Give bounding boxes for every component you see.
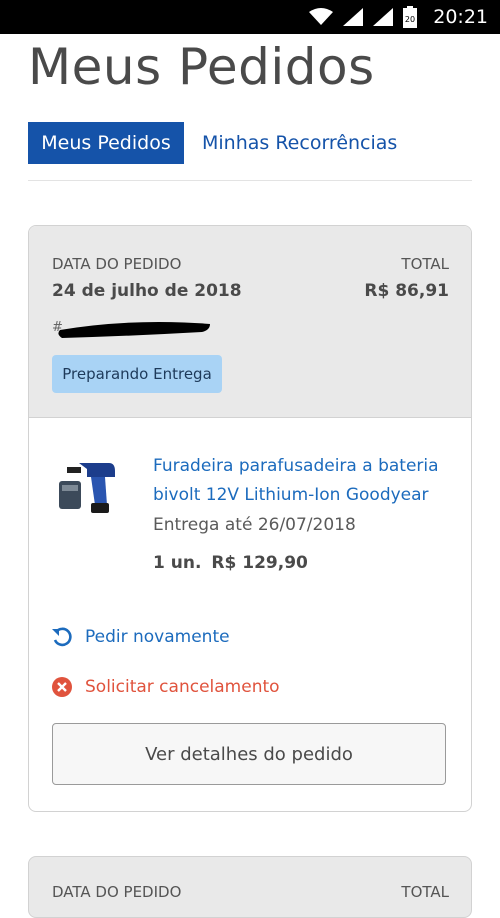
next-order-total-label: TOTAL	[401, 883, 449, 901]
wifi-icon	[309, 8, 334, 25]
battery-icon: 20	[403, 6, 418, 28]
page-title: Meus Pedidos	[28, 38, 375, 96]
cell-signal-icon-2	[373, 8, 394, 26]
tab-my-orders[interactable]: Meus Pedidos	[28, 122, 184, 164]
quantity-price: 1 un. R$ 129,90	[153, 553, 308, 573]
product-name-link[interactable]: Furadeira parafusadeira a bateria bivolt…	[153, 452, 453, 510]
cancel-action[interactable]: Solicitar cancelamento	[51, 676, 280, 698]
cancel-label: Solicitar cancelamento	[85, 677, 280, 697]
tab-bar: Meus Pedidos Minhas Recorrências	[28, 122, 472, 181]
reorder-label: Pedir novamente	[85, 627, 230, 647]
order-date-value: 24 de julho de 2018	[52, 281, 242, 301]
item-price: R$ 129,90	[211, 553, 308, 573]
clock: 20:21	[433, 6, 488, 28]
item-quantity: 1 un.	[153, 553, 202, 573]
order-details-button[interactable]: Ver detalhes do pedido	[52, 723, 446, 785]
reorder-icon	[52, 627, 72, 647]
order-total-value: R$ 86,91	[364, 281, 449, 301]
cancel-icon	[52, 677, 72, 697]
product-image[interactable]	[57, 459, 117, 515]
order-number-redacted: #	[52, 320, 211, 338]
next-order-date-label: DATA DO PEDIDO	[52, 883, 182, 901]
order-total-label: TOTAL	[401, 255, 449, 273]
order-card: DATA DO PEDIDO TOTAL 24 de julho de 2018…	[28, 225, 472, 812]
delivery-estimate: Entrega até 26/07/2018	[153, 515, 356, 535]
tab-recurrences[interactable]: Minhas Recorrências	[202, 122, 397, 164]
reorder-action[interactable]: Pedir novamente	[51, 626, 230, 648]
status-bar: 20 20:21	[0, 0, 500, 34]
order-card-header: DATA DO PEDIDO TOTAL 24 de julho de 2018…	[29, 226, 471, 418]
next-order-card: DATA DO PEDIDO TOTAL	[28, 856, 472, 918]
status-badge: Preparando Entrega	[52, 355, 222, 393]
order-date-label: DATA DO PEDIDO	[52, 255, 182, 273]
battery-level-text: 20	[405, 15, 415, 24]
cell-signal-icon	[343, 8, 364, 26]
